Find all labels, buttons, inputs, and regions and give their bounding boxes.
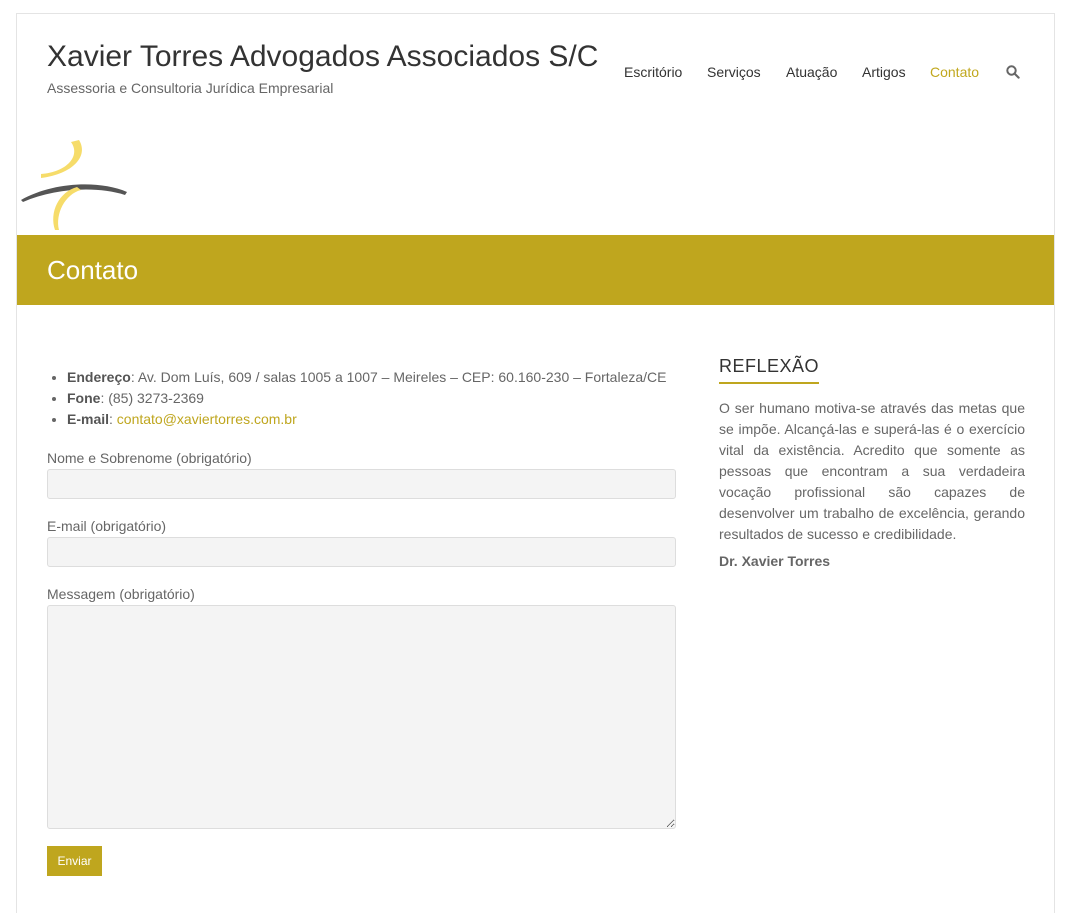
email-field[interactable]	[47, 537, 676, 567]
address-label: Endereço	[67, 369, 131, 385]
nav-item-atuacao[interactable]: Atuação	[786, 64, 837, 80]
email-field-label: E-mail (obrigatório)	[47, 518, 167, 534]
message-field[interactable]	[47, 605, 676, 829]
nav-item-contato[interactable]: Contato	[930, 64, 979, 80]
name-field[interactable]	[47, 469, 676, 499]
page-title: Contato	[47, 255, 139, 285]
logo-mark	[21, 140, 131, 237]
send-button[interactable]: Enviar	[47, 846, 102, 876]
email-separator: :	[109, 411, 117, 427]
sidebar-widget-text: O ser humano motiva-se através das metas…	[719, 400, 1025, 542]
page-title-banner: Contato	[17, 235, 1054, 305]
phone-value: : (85) 3273-2369	[100, 390, 204, 406]
list-item: E-mail: contato@xaviertorres.com.br	[67, 409, 667, 430]
contact-info-list: Endereço: Av. Dom Luís, 609 / salas 1005…	[51, 367, 667, 430]
main-nav: Escritório Serviços Atuação Artigos Cont…	[17, 64, 1054, 84]
address-value: : Av. Dom Luís, 609 / salas 1005 a 1007 …	[130, 369, 667, 385]
sidebar-widget-title: REFLEXÃO	[719, 356, 820, 384]
email-label: E-mail	[67, 411, 110, 427]
email-link[interactable]: contato@xaviertorres.com.br	[117, 411, 297, 427]
name-label: Nome e Sobrenome (obrigatório)	[47, 450, 252, 466]
search-icon[interactable]	[1006, 65, 1020, 84]
sidebar-widget-author: Dr. Xavier Torres	[719, 553, 831, 569]
list-item: Fone: (85) 3273-2369	[67, 388, 667, 409]
page-frame: Xavier Torres Advogados Associados S/C A…	[16, 13, 1055, 913]
phone-label: Fone	[67, 390, 101, 406]
message-label: Messagem (obrigatório)	[47, 586, 195, 602]
nav-item-servicos[interactable]: Serviços	[707, 64, 761, 80]
list-item: Endereço: Av. Dom Luís, 609 / salas 1005…	[67, 367, 667, 388]
nav-item-artigos[interactable]: Artigos	[862, 64, 906, 80]
nav-item-escritorio[interactable]: Escritório	[624, 64, 682, 80]
